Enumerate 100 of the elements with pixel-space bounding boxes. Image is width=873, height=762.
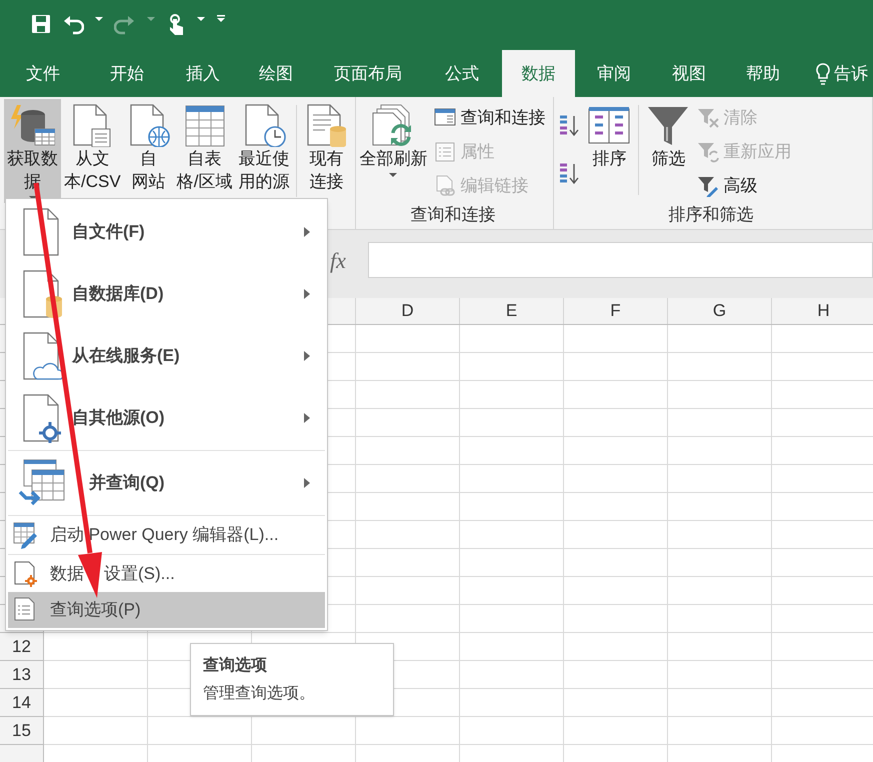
menu-item[interactable]: 启动 Power Query 编辑器(L)...: [8, 517, 325, 553]
sheet-cell[interactable]: [668, 409, 772, 437]
ribbon-button[interactable]: 现有 连接: [301, 99, 352, 203]
lightbulb-icon[interactable]: [815, 62, 831, 86]
sheet-cell[interactable]: [460, 353, 564, 381]
sheet-cell[interactable]: [356, 717, 460, 745]
ribbon-tab[interactable]: 数据: [502, 50, 575, 97]
sheet-cell[interactable]: [668, 381, 772, 409]
sheet-cell[interactable]: [668, 521, 772, 549]
sheet-cell[interactable]: [460, 717, 564, 745]
sheet-cell[interactable]: [460, 661, 564, 689]
sheet-cell[interactable]: [252, 717, 356, 745]
sheet-cell[interactable]: [44, 661, 148, 689]
sheet-cell[interactable]: [668, 689, 772, 717]
sheet-cell[interactable]: [564, 353, 668, 381]
ribbon-button[interactable]: 查询和连接: [434, 105, 546, 131]
sheet-cell[interactable]: [564, 521, 668, 549]
column-header[interactable]: E: [460, 298, 564, 324]
row-header[interactable]: 12: [0, 633, 44, 661]
sheet-cell[interactable]: [356, 493, 460, 521]
sheet-cell[interactable]: [668, 549, 772, 577]
sheet-cell[interactable]: [356, 409, 460, 437]
ribbon-button[interactable]: 筛选: [643, 99, 694, 201]
sheet-cell[interactable]: [44, 633, 148, 661]
sheet-cell[interactable]: [460, 549, 564, 577]
row-header[interactable]: 13: [0, 661, 44, 689]
sheet-cell[interactable]: [668, 353, 772, 381]
sheet-cell[interactable]: [460, 633, 564, 661]
formula-input[interactable]: [368, 242, 873, 278]
sheet-cell[interactable]: [356, 381, 460, 409]
sheet-cell[interactable]: [564, 465, 668, 493]
sheet-cell[interactable]: [460, 437, 564, 465]
sheet-cell[interactable]: [460, 605, 564, 633]
sheet-cell[interactable]: [564, 577, 668, 605]
ribbon-button[interactable]: 排序: [584, 99, 634, 201]
menu-item[interactable]: 数据 设置(S)...: [8, 556, 325, 592]
sheet-cell[interactable]: [460, 465, 564, 493]
menu-item[interactable]: 自数据库(D): [8, 263, 325, 325]
sort-descending-icon[interactable]: [558, 161, 580, 185]
sheet-cell[interactable]: [564, 409, 668, 437]
sheet-cell[interactable]: [356, 605, 460, 633]
ribbon-button[interactable]: 全部刷新: [356, 99, 430, 201]
sheet-cell[interactable]: [668, 717, 772, 745]
sheet-cell[interactable]: [564, 661, 668, 689]
sheet-cell[interactable]: [564, 493, 668, 521]
ribbon-tab[interactable]: 绘图: [238, 50, 314, 97]
sheet-cell[interactable]: [460, 325, 564, 353]
ribbon-tab[interactable]: 帮助: [725, 50, 801, 97]
column-header[interactable]: F: [564, 298, 668, 324]
sheet-cell[interactable]: [460, 409, 564, 437]
row-header[interactable]: 14: [0, 689, 44, 717]
sheet-cell[interactable]: [668, 465, 772, 493]
sheet-cell[interactable]: [668, 633, 772, 661]
row-header[interactable]: 15: [0, 717, 44, 745]
sheet-cell[interactable]: [356, 521, 460, 549]
ribbon-tab[interactable]: 审阅: [575, 50, 653, 97]
column-header[interactable]: G: [668, 298, 772, 324]
ribbon-tab[interactable]: 视图: [653, 50, 725, 97]
sheet-cell[interactable]: [44, 689, 148, 717]
sheet-cell[interactable]: [668, 493, 772, 521]
menu-item[interactable]: 自文件(F): [8, 201, 325, 263]
ribbon-tab[interactable]: 文件: [0, 50, 86, 97]
undo-icon[interactable]: [62, 13, 84, 37]
sort-ascending-icon[interactable]: [558, 113, 580, 137]
ribbon-tab[interactable]: 插入: [168, 50, 238, 97]
sheet-cell[interactable]: [460, 493, 564, 521]
sheet-cell[interactable]: [668, 325, 772, 353]
sheet-cell[interactable]: [356, 465, 460, 493]
menu-item[interactable]: 从在线服务(E): [8, 325, 325, 387]
sheet-cell[interactable]: [460, 381, 564, 409]
sheet-cell[interactable]: [564, 689, 668, 717]
menu-item[interactable]: 自其他源(O): [8, 387, 325, 449]
ribbon-tab[interactable]: 公式: [422, 50, 502, 97]
menu-item[interactable]: 并查询(Q): [8, 452, 325, 514]
sheet-cell[interactable]: [356, 577, 460, 605]
sheet-cell[interactable]: [460, 577, 564, 605]
sheet-cell[interactable]: [668, 437, 772, 465]
sheet-cell[interactable]: [564, 549, 668, 577]
sheet-cell[interactable]: [564, 381, 668, 409]
sheet-cell[interactable]: [564, 633, 668, 661]
sheet-cell[interactable]: [564, 325, 668, 353]
function-label[interactable]: fx: [330, 244, 368, 276]
sheet-cell[interactable]: [564, 717, 668, 745]
sheet-cell[interactable]: [668, 661, 772, 689]
sheet-cell[interactable]: [356, 549, 460, 577]
sheet-cell[interactable]: [356, 325, 460, 353]
tell-me-field[interactable]: 告诉: [834, 60, 868, 86]
menu-item[interactable]: 查询选项(P): [8, 592, 325, 628]
column-header[interactable]: D: [356, 298, 460, 324]
ribbon-button[interactable]: 高级: [697, 173, 792, 199]
ribbon-tab[interactable]: 开始: [86, 50, 168, 97]
sheet-cell[interactable]: [460, 521, 564, 549]
sheet-cell[interactable]: [356, 437, 460, 465]
sheet-cell[interactable]: [44, 717, 148, 745]
sheet-cell[interactable]: [668, 577, 772, 605]
column-header[interactable]: H: [772, 298, 873, 324]
sheet-cell[interactable]: [564, 605, 668, 633]
sheet-cell[interactable]: [564, 437, 668, 465]
ribbon-tab[interactable]: 页面布局: [314, 50, 422, 97]
sheet-cell[interactable]: [356, 353, 460, 381]
